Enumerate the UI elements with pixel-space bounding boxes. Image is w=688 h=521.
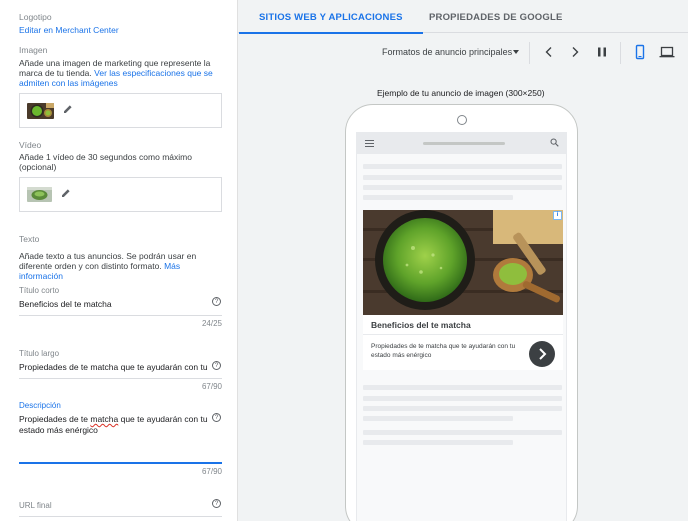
image-description: Añade una imagen de marketing que repres… (19, 58, 221, 88)
toolbar-divider-2 (620, 42, 621, 64)
short-title-label: Título corto (19, 286, 60, 295)
hamburger-menu-icon (365, 140, 374, 149)
mobile-icon[interactable] (632, 44, 648, 60)
content-placeholder-line (363, 406, 562, 411)
description-text-start: Propiedades de te (19, 414, 91, 424)
long-title-underline (19, 378, 222, 379)
content-placeholder-line (363, 416, 513, 421)
description-underline-focused (19, 462, 222, 464)
description-counter: 67/90 (201, 467, 222, 476)
content-placeholder-line (363, 440, 513, 445)
description-input[interactable]: Propiedades de te matcha que te ayudarán… (19, 414, 209, 435)
content-placeholder-line (363, 175, 562, 180)
video-description: Añade 1 vídeo de 30 segundos como máximo… (19, 152, 192, 172)
edit-in-merchant-center-link[interactable]: Editar en Merchant Center (19, 25, 119, 35)
long-title-input[interactable]: Propiedades de te matcha que te ayudarán… (19, 362, 209, 373)
chevron-left-icon[interactable] (541, 44, 557, 60)
text-description: Añade texto a tus anuncios. Se podrán us… (19, 251, 221, 281)
phone-mockup: i Beneficios del te matcha Propiedades d… (345, 104, 578, 521)
ad-preview[interactable]: i Beneficios del te matcha Propiedades d… (363, 210, 563, 370)
preview-tabs: SITIOS WEB Y APLICACIONES PROPIEDADES DE… (238, 0, 688, 34)
ad-image: i (363, 210, 563, 315)
url-bar-placeholder (423, 142, 505, 145)
text-label: Texto (19, 234, 40, 244)
long-title-label: Título largo (19, 349, 60, 358)
video-thumbnail (27, 187, 52, 202)
preview-panel: SITIOS WEB Y APLICACIONES PROPIEDADES DE… (238, 0, 688, 521)
content-placeholder-line (363, 385, 562, 390)
video-upload-box[interactable] (19, 177, 222, 212)
ad-description: Propiedades de te matcha que te ayudarán… (371, 343, 516, 359)
content-placeholder-line (363, 195, 513, 200)
short-title-counter: 24/25 (201, 319, 222, 328)
ad-arrow-button[interactable] (529, 341, 555, 367)
image-label: Imagen (19, 45, 48, 55)
chevron-right-icon (539, 348, 547, 360)
chevron-down-icon[interactable] (513, 50, 519, 54)
tab-google-properties[interactable]: PROPIEDADES DE GOOGLE (429, 0, 563, 33)
edit-image-pencil-icon[interactable] (63, 104, 73, 117)
chevron-right-icon[interactable] (567, 44, 583, 60)
pause-icon[interactable] (594, 44, 610, 60)
toolbar-divider (529, 42, 530, 64)
content-placeholder-line (363, 396, 562, 401)
preview-caption: Ejemplo de tu anuncio de imagen (300×250… (377, 88, 545, 98)
search-icon (550, 138, 559, 149)
description-help-icon[interactable]: ? (212, 413, 221, 422)
long-title-counter: 67/90 (201, 382, 222, 391)
ad-info-icon[interactable]: i (553, 211, 562, 220)
browser-topbar (357, 132, 566, 154)
video-label: Vídeo (19, 140, 42, 150)
final-url-label: URL final (19, 501, 52, 510)
edit-video-pencil-icon[interactable] (61, 188, 71, 201)
ad-editor-panel: Logotipo Editar en Merchant Center Image… (0, 0, 238, 521)
desktop-icon[interactable] (659, 44, 675, 60)
tab-websites-and-apps[interactable]: SITIOS WEB Y APLICACIONES (239, 0, 423, 34)
content-placeholder-line (363, 164, 562, 169)
ad-divider (363, 334, 563, 335)
image-upload-box[interactable] (19, 93, 222, 128)
short-title-help-icon[interactable]: ? (212, 297, 221, 306)
ad-format-select[interactable]: Formatos de anuncio principales (382, 47, 512, 57)
content-placeholder-line (363, 185, 562, 190)
final-url-underline (19, 516, 222, 517)
short-title-input[interactable]: Beneficios del te matcha (19, 299, 209, 310)
phone-screen: i Beneficios del te matcha Propiedades d… (356, 132, 567, 521)
ad-headline: Beneficios del te matcha (371, 320, 471, 330)
short-title-underline (19, 315, 222, 316)
image-thumbnail (27, 103, 54, 119)
description-label: Descripción (19, 401, 61, 410)
content-placeholder-line (363, 430, 562, 435)
description-misspelled-word: matcha (90, 414, 119, 424)
long-title-help-icon[interactable]: ? (212, 361, 221, 370)
phone-camera (457, 115, 467, 125)
final-url-help-icon[interactable]: ? (212, 499, 221, 508)
logo-label: Logotipo (19, 12, 52, 22)
